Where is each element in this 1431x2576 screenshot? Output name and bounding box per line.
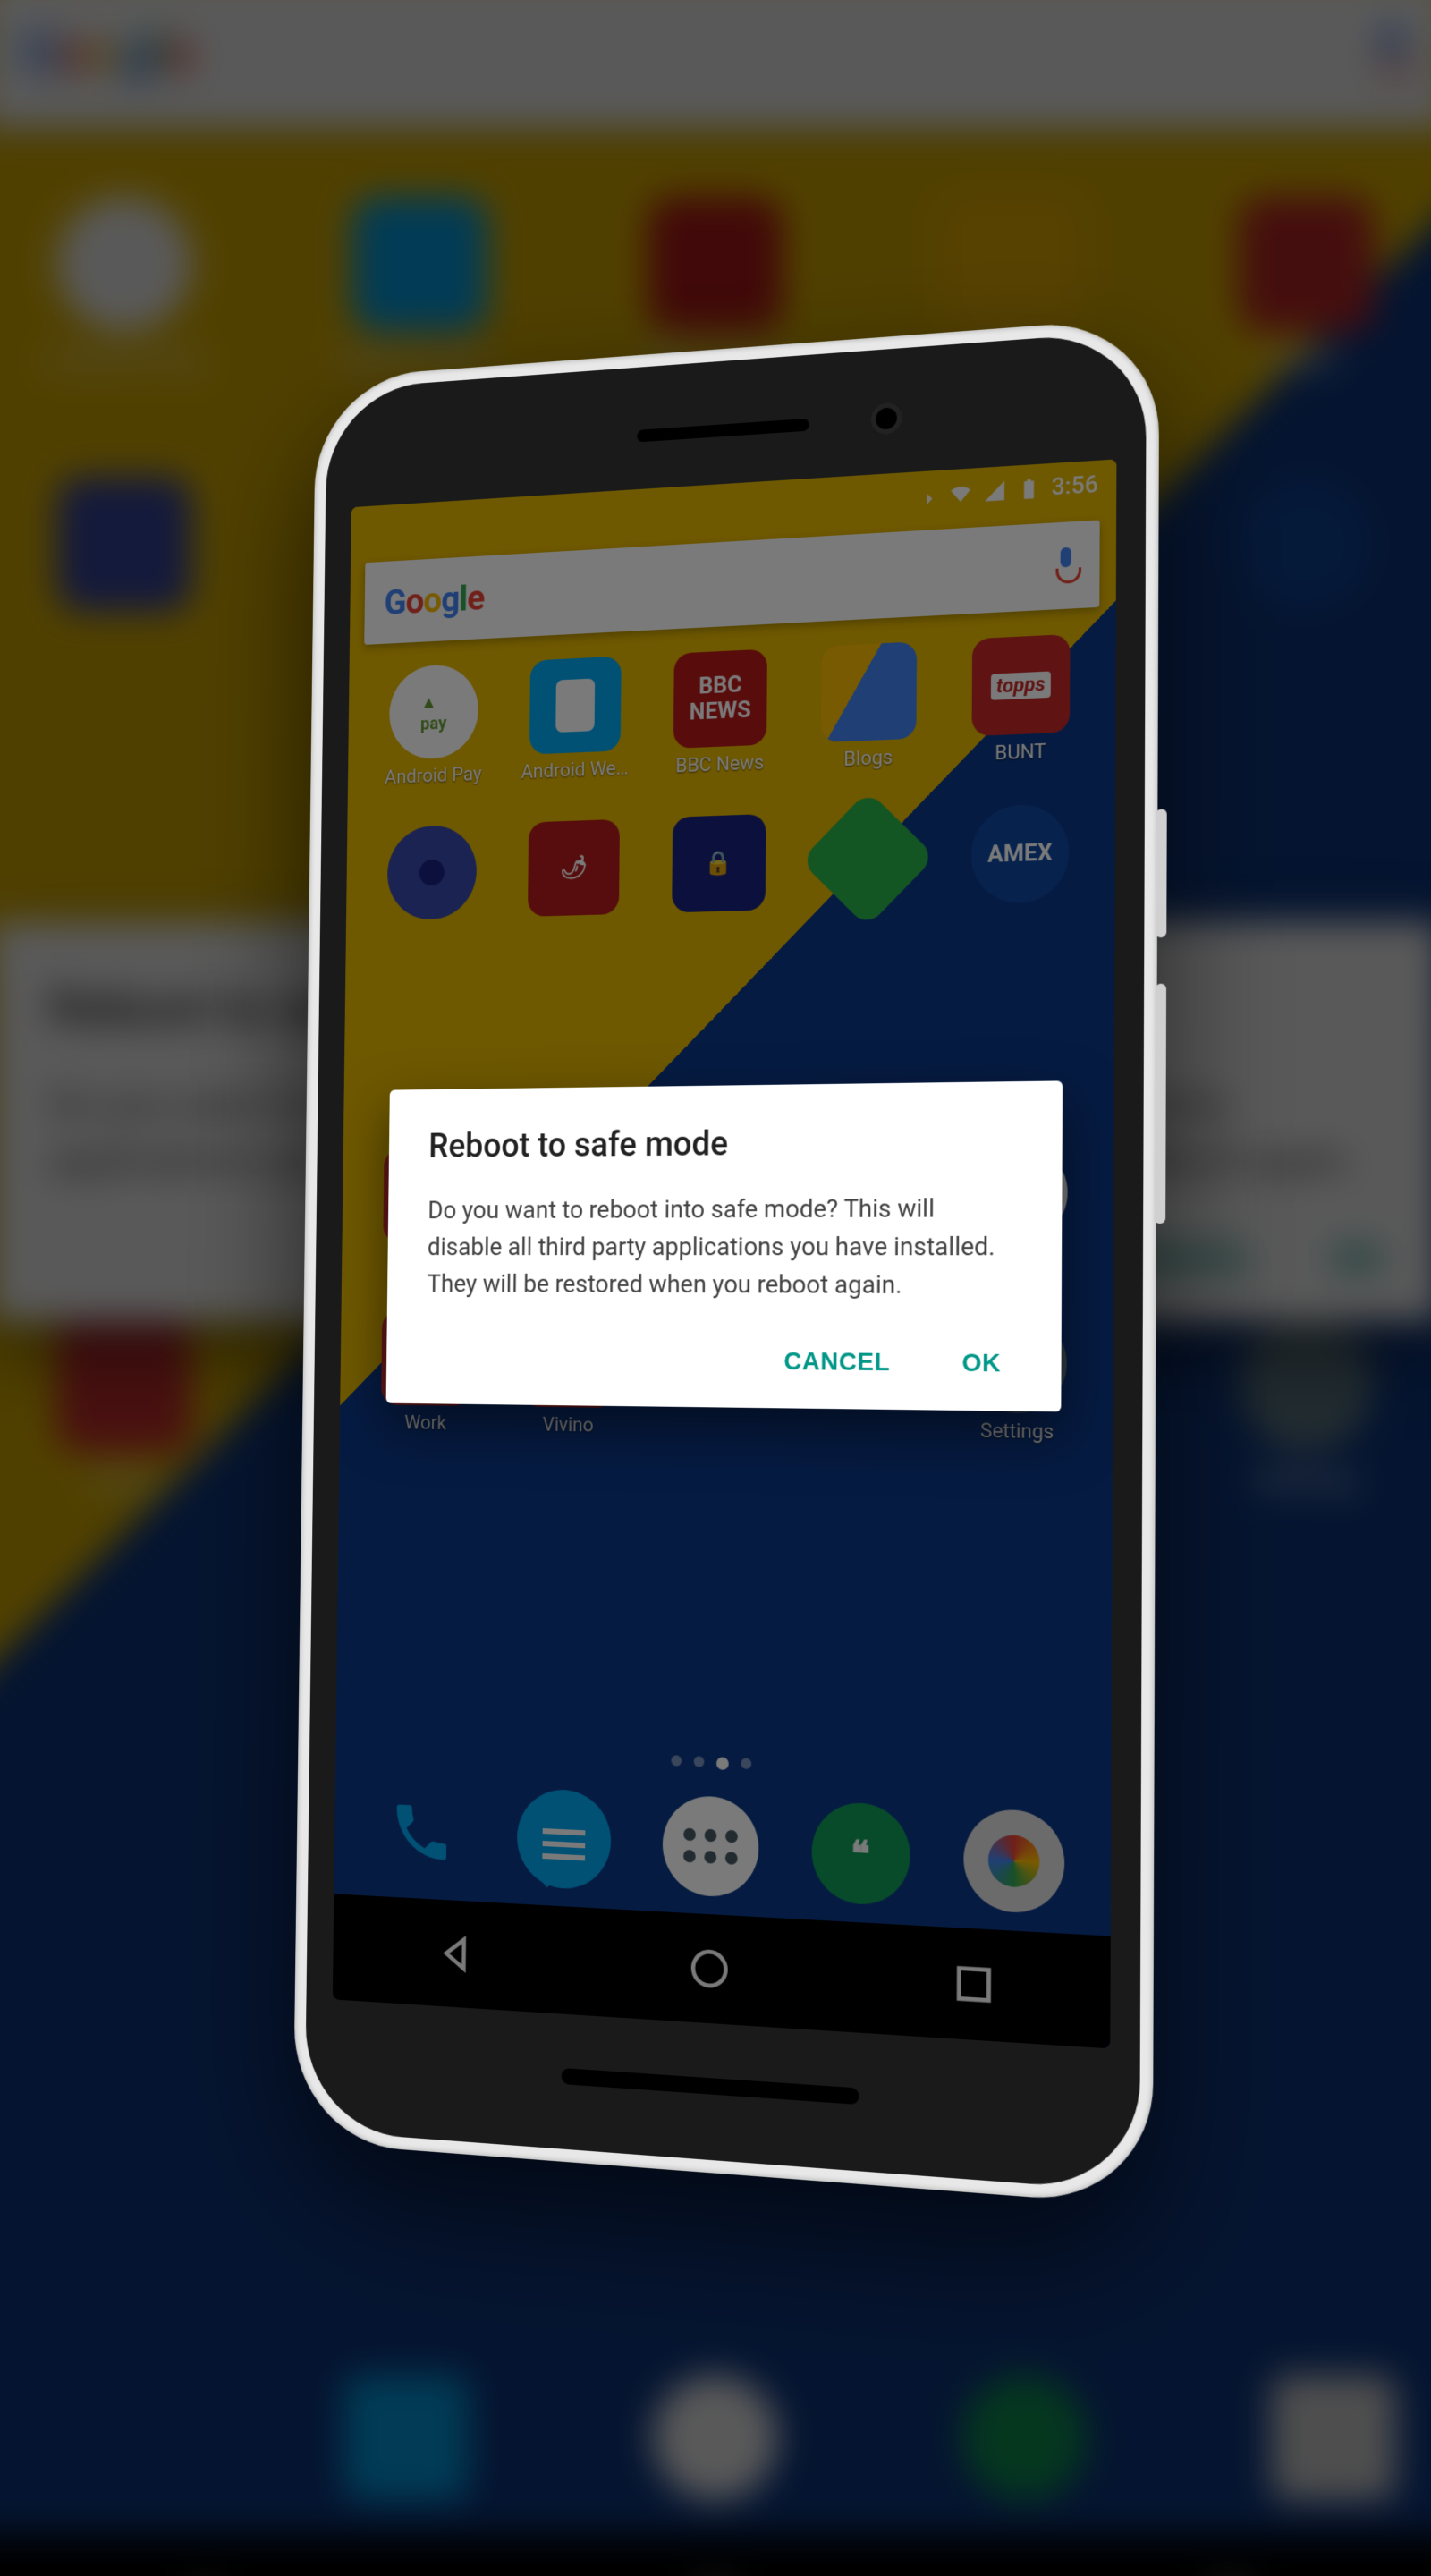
dock-app-drawer[interactable] <box>662 1794 758 1899</box>
bottom-speaker <box>562 2068 859 2105</box>
app-settings[interactable]: Settings <box>943 1313 1093 1480</box>
battery-icon <box>1017 477 1040 502</box>
nav-recents-button[interactable] <box>948 1957 999 2012</box>
phone-mockup: 3:56 Google ▲payAndroid Pay Android We… … <box>293 317 1160 2207</box>
voice-search-icon[interactable] <box>1054 547 1078 584</box>
app-tv-movies[interactable]: ▶TV & Movies <box>792 1144 938 1308</box>
app-feedly[interactable] <box>794 808 941 973</box>
amex-icon: AMEX <box>970 803 1069 904</box>
front-camera <box>870 402 902 436</box>
bunt-icon: topps <box>972 634 1071 736</box>
phone-screen: 3:56 Google ▲payAndroid Pay Android We… … <box>333 459 1117 2048</box>
dock-camera[interactable] <box>963 1808 1064 1915</box>
nav-home-button[interactable] <box>685 1942 734 1996</box>
bluetooth-icon <box>915 483 938 508</box>
tv-icon: ▶ <box>817 1145 914 1243</box>
settings-icon <box>968 1314 1067 1414</box>
weather-icon: ☀ <box>969 1143 1068 1242</box>
app-bunt[interactable]: toppsBUNT <box>946 632 1096 801</box>
feedly-icon <box>800 791 936 928</box>
dialog-body: Do you want to reboot into safe mode? Th… <box>427 1190 1018 1305</box>
ok-button[interactable]: OK <box>954 1337 1008 1389</box>
app-blogs[interactable]: Blogs <box>796 640 942 808</box>
clock-text: 3:56 <box>1052 471 1098 502</box>
cell-signal-icon <box>983 479 1006 504</box>
app-amex[interactable]: AMEX <box>945 802 1095 970</box>
safe-mode-dialog: Reboot to safe mode Do you want to reboo… <box>386 1080 1063 1411</box>
app-weather[interactable]: ☀Weather <box>944 1143 1094 1309</box>
wifi-icon <box>949 481 972 506</box>
dialog-title: Reboot to safe mode <box>428 1122 1019 1166</box>
dock-hangouts[interactable]: ❝ <box>811 1801 910 1907</box>
earpiece <box>637 419 809 443</box>
cancel-button[interactable]: CANCEL <box>776 1336 897 1388</box>
blogs-icon <box>821 641 917 742</box>
